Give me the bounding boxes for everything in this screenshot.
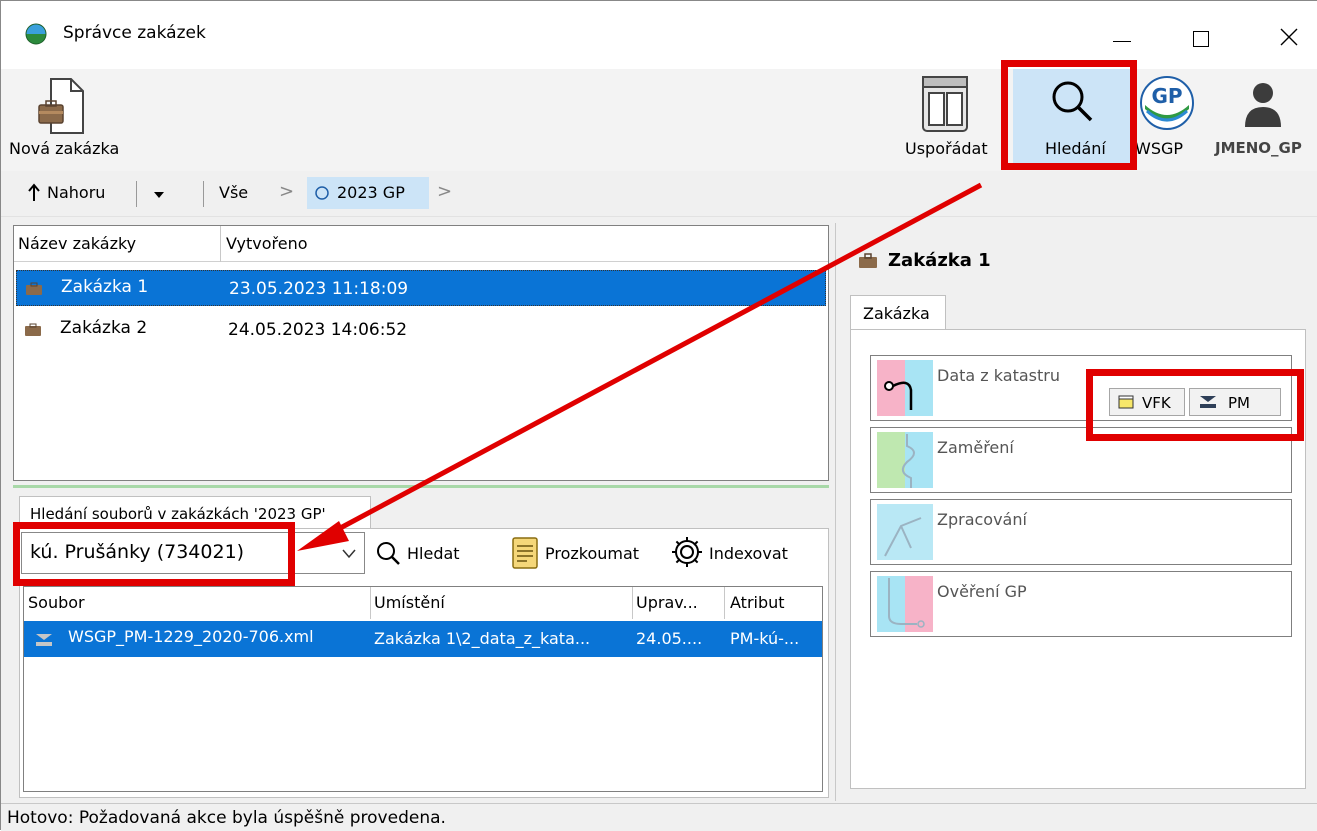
app-window: Správce zakázek Nová zakázka Uspořádat H… bbox=[0, 0, 1317, 831]
status-text: Hotovo: Požadovaná akce byla úspěšně pro… bbox=[7, 808, 446, 828]
status-bar: Hotovo: Požadovaná akce byla úspěšně pro… bbox=[1, 803, 1317, 831]
annotation-arrow bbox=[297, 182, 983, 551]
